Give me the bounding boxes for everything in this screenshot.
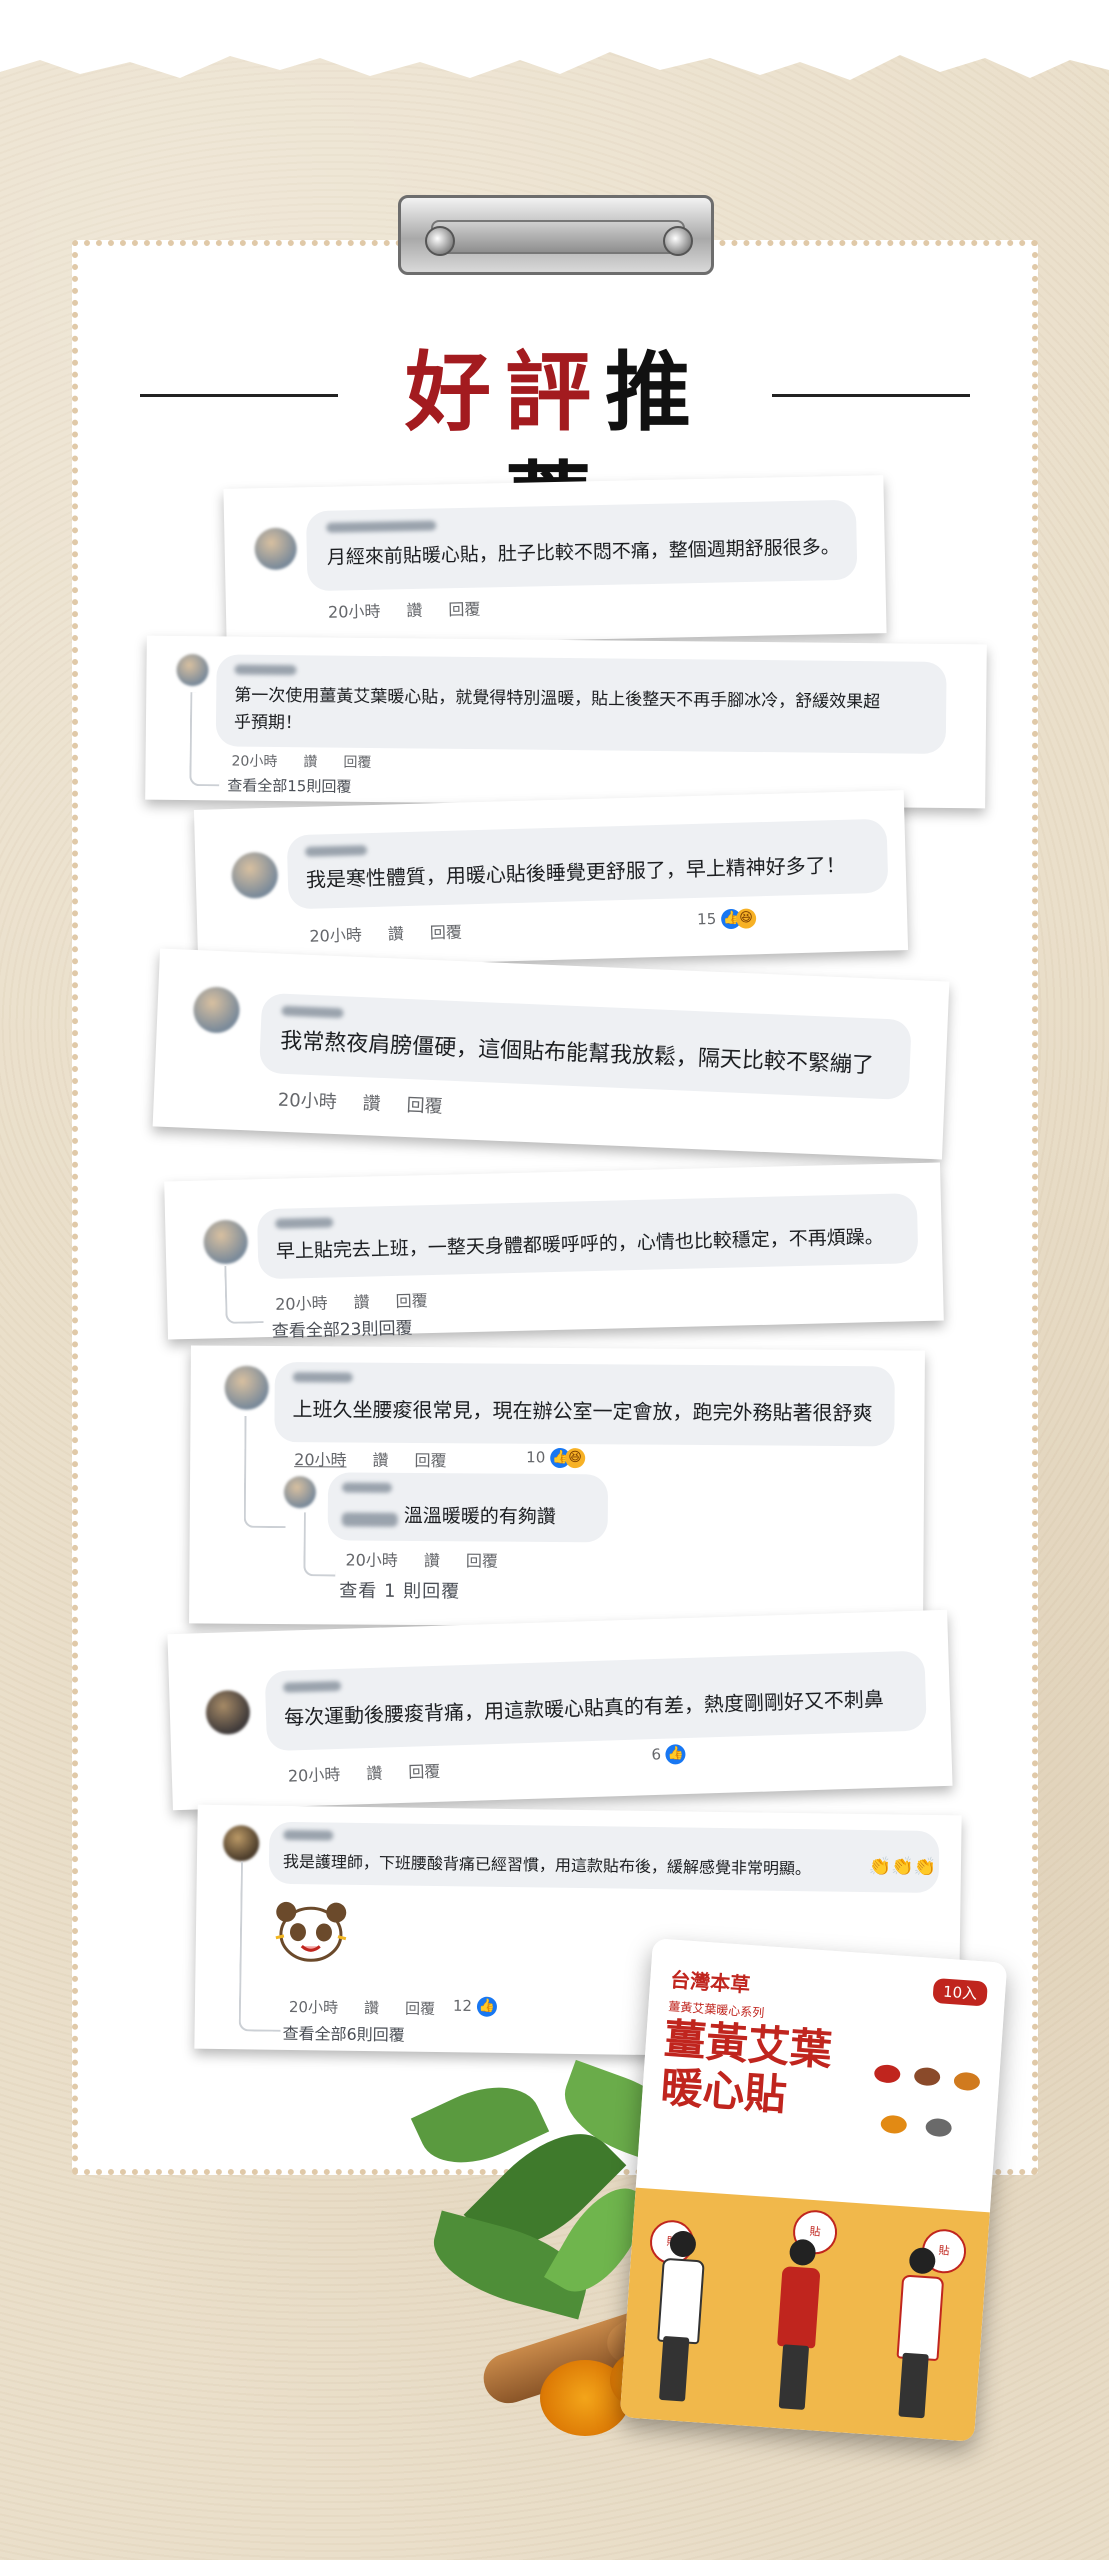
like-link[interactable]: 讚 [372, 1451, 388, 1470]
reply-link[interactable]: 回覆 [408, 1762, 441, 1782]
like-icon: 👍 [665, 1744, 687, 1765]
comment-card-7: 每次運動後腰痠背痛，用這款暖心貼真的有差，熱度剛剛好又不刺鼻 20小時 讚 回覆 6… [167, 1609, 953, 1811]
reaction-count: 10 👍😆 [526, 1447, 586, 1469]
comment-time: 20小時 [327, 601, 381, 622]
like-link[interactable]: 讚 [362, 1093, 381, 1115]
comment-text-line2: 乎預期！ [233, 712, 303, 734]
like-link[interactable]: 讚 [364, 1999, 379, 2017]
sub-reply-bubble: 溫溫暖暖的有夠讚 [327, 1472, 609, 1543]
view-replies-link[interactable]: 查看全部6則回覆 [282, 2020, 405, 2046]
section-title: 好評推薦 [140, 338, 970, 553]
reply-like-link[interactable]: 讚 [424, 1551, 440, 1570]
reply-link[interactable]: 回覆 [405, 2000, 435, 2018]
title-red: 好評 [405, 342, 605, 443]
reply-avatar [283, 1476, 317, 1509]
avatar [231, 851, 279, 899]
comment-text: 我是寒性體質，用暖心貼後睡覺更舒服了，早上精神好多了！ [305, 852, 847, 892]
comment-text: 月經來前貼暖心貼，肚子比較不悶不痛，整個週期舒服很多。 [326, 536, 841, 569]
sticker-panda-icon [272, 1898, 351, 1965]
like-link[interactable]: 讚 [388, 924, 405, 943]
reply-reply-link[interactable]: 回覆 [466, 1551, 498, 1570]
avatar [205, 1689, 251, 1736]
comment-text: 早上貼完去上班，一整天身體都暖呼呼的，心情也比較穩定，不再煩躁。 [275, 1225, 885, 1263]
comment-card-1: 月經來前貼暖心貼，肚子比較不悶不痛，整個週期舒服很多。 20小時 讚 回覆 [223, 475, 887, 647]
comment-card-5: 早上貼完去上班，一整天身體都暖呼呼的，心情也比較穩定，不再煩躁。 20小時 讚 回覆… [164, 1162, 944, 1342]
product-package: 台灣本草 薑黃艾葉暖心系列 薑黃艾葉 暖心貼 10入 貼 貼 貼 [619, 1938, 1008, 2442]
view-replies-link[interactable]: 查看 1 則回覆 [339, 1576, 460, 1603]
comment-text: 上班久坐腰痠很常見，現在辦公室一定會放，跑完外務貼著很舒爽 [292, 1397, 873, 1426]
like-link[interactable]: 讚 [303, 754, 317, 770]
avatar [176, 653, 209, 687]
illustration-figure [761, 2237, 835, 2411]
comment-time: 20小時 [274, 1293, 328, 1314]
view-replies-link[interactable]: 查看全部15則回覆 [227, 774, 351, 796]
reaction-count: 15 👍😆 [697, 908, 757, 930]
avatar [203, 1219, 249, 1265]
clap-emoji-icon: 👏👏👏 [868, 1856, 937, 1878]
illustration-figure [880, 2246, 954, 2420]
reply-link[interactable]: 回覆 [430, 923, 463, 943]
view-replies-link[interactable]: 查看全部23則回覆 [272, 1313, 413, 1341]
comment-text: 我常熬夜肩膀僵硬，這個貼布能幫我放鬆，隔天比較不緊繃了 [279, 1028, 875, 1079]
illustration-figure [641, 2229, 715, 2403]
comment-card-3: 我是寒性體質，用暖心貼後睡覺更舒服了，早上精神好多了！ 20小時 讚 回覆 15 👍… [193, 790, 909, 970]
avatar [224, 1365, 269, 1410]
reaction-count: 12 👍 [452, 1996, 497, 2017]
avatar [222, 1825, 260, 1862]
clipboard-clip [398, 195, 714, 275]
comment-time: 20小時 [288, 1997, 339, 2017]
comment-time: 20小時 [277, 1089, 338, 1114]
comment-text-line1: 第一次使用薑黃艾葉暖心貼，就覺得特別溫暖，貼上後整天不再手腳冰冷，舒緩效果超 [234, 685, 881, 713]
comment-time: 20小時 [294, 1450, 347, 1470]
comment-text: 我是護理師，下班腰酸背痛已經習慣，用這款貼布後，緩解感覺非常明顯。 [282, 1851, 812, 1879]
comment-time: 20小時 [287, 1764, 341, 1786]
reply-link[interactable]: 回覆 [415, 1451, 447, 1470]
comment-card-6: 上班久坐腰痠很常見，現在辦公室一定會放，跑完外務貼著很舒爽 20小時讚回覆 10… [189, 1345, 925, 1629]
reply-link[interactable]: 回覆 [406, 1095, 443, 1117]
torn-paper-edge [0, 0, 1109, 80]
haha-icon: 😆 [565, 1448, 586, 1469]
comment-card-2: 第一次使用薑黃艾葉暖心貼，就覺得特別溫暖，貼上後整天不再手腳冰冷，舒緩效果超 乎… [145, 635, 987, 809]
reply-link[interactable]: 回覆 [448, 600, 480, 620]
product-count-tag: 10入 [932, 1977, 988, 2007]
avatar [192, 986, 241, 1034]
like-link[interactable]: 讚 [366, 1764, 383, 1783]
comment-time: 20小時 [309, 925, 363, 946]
haha-icon: 😆 [735, 908, 757, 929]
reply-time: 20小時 [345, 1550, 398, 1570]
like-icon: 👍 [476, 1996, 497, 2017]
reply-link[interactable]: 回覆 [343, 755, 371, 771]
like-link[interactable]: 讚 [353, 1293, 369, 1312]
reply-link[interactable]: 回覆 [395, 1291, 427, 1311]
avatar [254, 527, 298, 571]
product-brand: 台灣本草 [669, 1967, 751, 1998]
like-link[interactable]: 讚 [406, 601, 422, 620]
comment-time: 20小時 [231, 753, 278, 770]
sub-reply-text: 溫溫暖暖的有夠讚 [403, 1504, 556, 1528]
comment-card-4: 我常熬夜肩膀僵硬，這個貼布能幫我放鬆，隔天比較不緊繃了 20小時 讚 回覆 [152, 948, 950, 1160]
reaction-count: 6 👍 [651, 1744, 687, 1765]
comment-text: 每次運動後腰痠背痛，用這款暖心貼真的有差，熱度剛剛好又不刺鼻 [283, 1686, 885, 1730]
